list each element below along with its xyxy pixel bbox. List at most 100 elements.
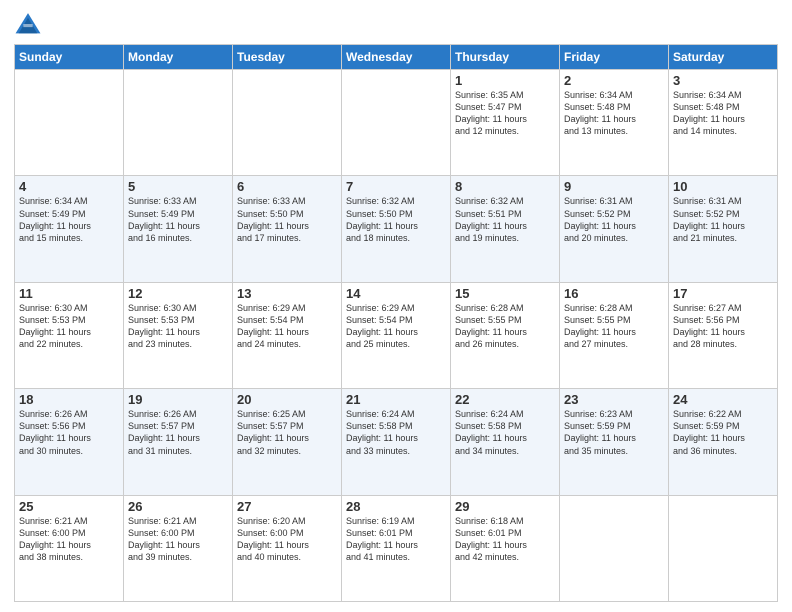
day-number: 29 bbox=[455, 499, 555, 514]
day-number: 5 bbox=[128, 179, 228, 194]
day-number: 4 bbox=[19, 179, 119, 194]
day-number: 13 bbox=[237, 286, 337, 301]
calendar-cell: 12Sunrise: 6:30 AM Sunset: 5:53 PM Dayli… bbox=[124, 282, 233, 388]
day-number: 23 bbox=[564, 392, 664, 407]
logo bbox=[14, 10, 46, 38]
day-number: 14 bbox=[346, 286, 446, 301]
calendar-cell: 8Sunrise: 6:32 AM Sunset: 5:51 PM Daylig… bbox=[451, 176, 560, 282]
page: SundayMondayTuesdayWednesdayThursdayFrid… bbox=[0, 0, 792, 612]
calendar-cell: 13Sunrise: 6:29 AM Sunset: 5:54 PM Dayli… bbox=[233, 282, 342, 388]
day-number: 16 bbox=[564, 286, 664, 301]
day-info: Sunrise: 6:28 AM Sunset: 5:55 PM Dayligh… bbox=[564, 302, 664, 351]
calendar-cell bbox=[124, 70, 233, 176]
calendar-week-row: 11Sunrise: 6:30 AM Sunset: 5:53 PM Dayli… bbox=[15, 282, 778, 388]
calendar-table: SundayMondayTuesdayWednesdayThursdayFrid… bbox=[14, 44, 778, 602]
calendar-col-header: Sunday bbox=[15, 45, 124, 70]
day-info: Sunrise: 6:23 AM Sunset: 5:59 PM Dayligh… bbox=[564, 408, 664, 457]
day-info: Sunrise: 6:29 AM Sunset: 5:54 PM Dayligh… bbox=[346, 302, 446, 351]
calendar-week-row: 1Sunrise: 6:35 AM Sunset: 5:47 PM Daylig… bbox=[15, 70, 778, 176]
day-number: 22 bbox=[455, 392, 555, 407]
day-info: Sunrise: 6:34 AM Sunset: 5:48 PM Dayligh… bbox=[673, 89, 773, 138]
day-info: Sunrise: 6:31 AM Sunset: 5:52 PM Dayligh… bbox=[564, 195, 664, 244]
calendar-cell: 25Sunrise: 6:21 AM Sunset: 6:00 PM Dayli… bbox=[15, 495, 124, 601]
calendar-cell: 26Sunrise: 6:21 AM Sunset: 6:00 PM Dayli… bbox=[124, 495, 233, 601]
day-info: Sunrise: 6:20 AM Sunset: 6:00 PM Dayligh… bbox=[237, 515, 337, 564]
day-number: 7 bbox=[346, 179, 446, 194]
calendar-cell bbox=[15, 70, 124, 176]
calendar-cell: 28Sunrise: 6:19 AM Sunset: 6:01 PM Dayli… bbox=[342, 495, 451, 601]
day-info: Sunrise: 6:29 AM Sunset: 5:54 PM Dayligh… bbox=[237, 302, 337, 351]
calendar-cell: 11Sunrise: 6:30 AM Sunset: 5:53 PM Dayli… bbox=[15, 282, 124, 388]
calendar-cell: 6Sunrise: 6:33 AM Sunset: 5:50 PM Daylig… bbox=[233, 176, 342, 282]
calendar-cell: 15Sunrise: 6:28 AM Sunset: 5:55 PM Dayli… bbox=[451, 282, 560, 388]
day-number: 1 bbox=[455, 73, 555, 88]
calendar-week-row: 4Sunrise: 6:34 AM Sunset: 5:49 PM Daylig… bbox=[15, 176, 778, 282]
day-info: Sunrise: 6:34 AM Sunset: 5:48 PM Dayligh… bbox=[564, 89, 664, 138]
day-info: Sunrise: 6:26 AM Sunset: 5:56 PM Dayligh… bbox=[19, 408, 119, 457]
day-number: 24 bbox=[673, 392, 773, 407]
day-number: 27 bbox=[237, 499, 337, 514]
calendar-week-row: 25Sunrise: 6:21 AM Sunset: 6:00 PM Dayli… bbox=[15, 495, 778, 601]
calendar-cell: 3Sunrise: 6:34 AM Sunset: 5:48 PM Daylig… bbox=[669, 70, 778, 176]
calendar-col-header: Thursday bbox=[451, 45, 560, 70]
day-number: 9 bbox=[564, 179, 664, 194]
day-info: Sunrise: 6:35 AM Sunset: 5:47 PM Dayligh… bbox=[455, 89, 555, 138]
calendar-cell: 16Sunrise: 6:28 AM Sunset: 5:55 PM Dayli… bbox=[560, 282, 669, 388]
day-number: 21 bbox=[346, 392, 446, 407]
calendar-cell bbox=[233, 70, 342, 176]
day-info: Sunrise: 6:26 AM Sunset: 5:57 PM Dayligh… bbox=[128, 408, 228, 457]
day-info: Sunrise: 6:24 AM Sunset: 5:58 PM Dayligh… bbox=[346, 408, 446, 457]
day-info: Sunrise: 6:34 AM Sunset: 5:49 PM Dayligh… bbox=[19, 195, 119, 244]
day-number: 12 bbox=[128, 286, 228, 301]
calendar-cell: 7Sunrise: 6:32 AM Sunset: 5:50 PM Daylig… bbox=[342, 176, 451, 282]
calendar-cell: 2Sunrise: 6:34 AM Sunset: 5:48 PM Daylig… bbox=[560, 70, 669, 176]
day-number: 10 bbox=[673, 179, 773, 194]
calendar-header-row: SundayMondayTuesdayWednesdayThursdayFrid… bbox=[15, 45, 778, 70]
calendar-cell: 18Sunrise: 6:26 AM Sunset: 5:56 PM Dayli… bbox=[15, 389, 124, 495]
day-number: 18 bbox=[19, 392, 119, 407]
day-info: Sunrise: 6:22 AM Sunset: 5:59 PM Dayligh… bbox=[673, 408, 773, 457]
day-number: 19 bbox=[128, 392, 228, 407]
day-number: 6 bbox=[237, 179, 337, 194]
header bbox=[14, 10, 778, 38]
logo-icon bbox=[14, 10, 42, 38]
day-info: Sunrise: 6:30 AM Sunset: 5:53 PM Dayligh… bbox=[19, 302, 119, 351]
calendar-cell bbox=[342, 70, 451, 176]
day-info: Sunrise: 6:32 AM Sunset: 5:51 PM Dayligh… bbox=[455, 195, 555, 244]
day-number: 28 bbox=[346, 499, 446, 514]
calendar-cell: 9Sunrise: 6:31 AM Sunset: 5:52 PM Daylig… bbox=[560, 176, 669, 282]
calendar-cell: 27Sunrise: 6:20 AM Sunset: 6:00 PM Dayli… bbox=[233, 495, 342, 601]
day-number: 8 bbox=[455, 179, 555, 194]
day-info: Sunrise: 6:32 AM Sunset: 5:50 PM Dayligh… bbox=[346, 195, 446, 244]
calendar-cell bbox=[560, 495, 669, 601]
calendar-col-header: Tuesday bbox=[233, 45, 342, 70]
day-info: Sunrise: 6:21 AM Sunset: 6:00 PM Dayligh… bbox=[19, 515, 119, 564]
day-info: Sunrise: 6:33 AM Sunset: 5:49 PM Dayligh… bbox=[128, 195, 228, 244]
day-info: Sunrise: 6:18 AM Sunset: 6:01 PM Dayligh… bbox=[455, 515, 555, 564]
calendar-cell: 1Sunrise: 6:35 AM Sunset: 5:47 PM Daylig… bbox=[451, 70, 560, 176]
calendar-cell: 29Sunrise: 6:18 AM Sunset: 6:01 PM Dayli… bbox=[451, 495, 560, 601]
day-info: Sunrise: 6:27 AM Sunset: 5:56 PM Dayligh… bbox=[673, 302, 773, 351]
calendar-cell: 5Sunrise: 6:33 AM Sunset: 5:49 PM Daylig… bbox=[124, 176, 233, 282]
calendar-week-row: 18Sunrise: 6:26 AM Sunset: 5:56 PM Dayli… bbox=[15, 389, 778, 495]
day-info: Sunrise: 6:19 AM Sunset: 6:01 PM Dayligh… bbox=[346, 515, 446, 564]
day-info: Sunrise: 6:30 AM Sunset: 5:53 PM Dayligh… bbox=[128, 302, 228, 351]
calendar-cell: 19Sunrise: 6:26 AM Sunset: 5:57 PM Dayli… bbox=[124, 389, 233, 495]
calendar-col-header: Saturday bbox=[669, 45, 778, 70]
calendar-cell: 10Sunrise: 6:31 AM Sunset: 5:52 PM Dayli… bbox=[669, 176, 778, 282]
calendar-cell: 20Sunrise: 6:25 AM Sunset: 5:57 PM Dayli… bbox=[233, 389, 342, 495]
day-number: 20 bbox=[237, 392, 337, 407]
day-info: Sunrise: 6:33 AM Sunset: 5:50 PM Dayligh… bbox=[237, 195, 337, 244]
day-info: Sunrise: 6:28 AM Sunset: 5:55 PM Dayligh… bbox=[455, 302, 555, 351]
day-info: Sunrise: 6:21 AM Sunset: 6:00 PM Dayligh… bbox=[128, 515, 228, 564]
day-info: Sunrise: 6:24 AM Sunset: 5:58 PM Dayligh… bbox=[455, 408, 555, 457]
calendar-cell: 22Sunrise: 6:24 AM Sunset: 5:58 PM Dayli… bbox=[451, 389, 560, 495]
day-number: 15 bbox=[455, 286, 555, 301]
day-info: Sunrise: 6:31 AM Sunset: 5:52 PM Dayligh… bbox=[673, 195, 773, 244]
calendar-cell: 14Sunrise: 6:29 AM Sunset: 5:54 PM Dayli… bbox=[342, 282, 451, 388]
calendar-cell: 17Sunrise: 6:27 AM Sunset: 5:56 PM Dayli… bbox=[669, 282, 778, 388]
day-number: 11 bbox=[19, 286, 119, 301]
day-number: 3 bbox=[673, 73, 773, 88]
calendar-cell: 4Sunrise: 6:34 AM Sunset: 5:49 PM Daylig… bbox=[15, 176, 124, 282]
day-info: Sunrise: 6:25 AM Sunset: 5:57 PM Dayligh… bbox=[237, 408, 337, 457]
